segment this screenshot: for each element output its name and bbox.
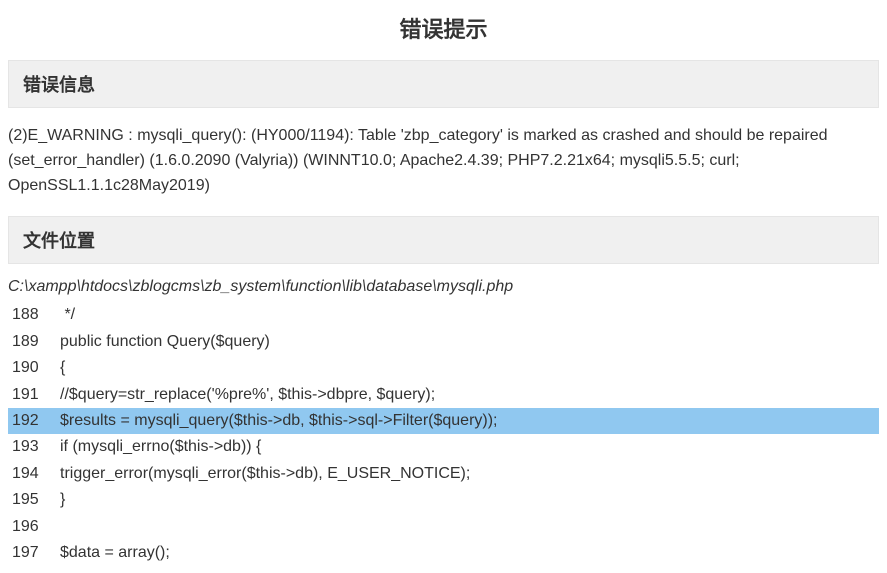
code-line: 190{ (8, 355, 879, 381)
line-number: 190 (8, 355, 60, 381)
line-content: } (60, 487, 879, 513)
line-content: $results = mysqli_query($this->db, $this… (60, 408, 879, 434)
code-block: 188 */189public function Query($query)19… (0, 302, 887, 566)
code-line: 195} (8, 487, 879, 513)
line-number: 193 (8, 434, 60, 460)
page-title: 错误提示 (0, 0, 887, 60)
code-line: 193if (mysqli_errno($this->db)) { (8, 434, 879, 460)
code-line: 192$results = mysqli_query($this->db, $t… (8, 408, 879, 434)
file-location-header: 文件位置 (8, 216, 879, 264)
file-path: C:\xampp\htdocs\zblogcms\zb_system\funct… (0, 264, 887, 302)
error-message: (2)E_WARNING : mysqli_query(): (HY000/11… (0, 108, 887, 216)
code-line: 196 (8, 514, 879, 540)
line-content: trigger_error(mysqli_error($this->db), E… (60, 461, 879, 487)
code-line: 188 */ (8, 302, 879, 328)
line-content: if (mysqli_errno($this->db)) { (60, 434, 879, 460)
line-content: $data = array(); (60, 540, 879, 566)
line-content (60, 514, 879, 540)
error-info-header: 错误信息 (8, 60, 879, 108)
line-number: 188 (8, 302, 60, 328)
code-line: 197$data = array(); (8, 540, 879, 566)
line-content: { (60, 355, 879, 381)
line-number: 191 (8, 382, 60, 408)
line-number: 192 (8, 408, 60, 434)
code-line: 189public function Query($query) (8, 329, 879, 355)
line-number: 195 (8, 487, 60, 513)
line-number: 196 (8, 514, 60, 540)
line-content: //$query=str_replace('%pre%', $this->dbp… (60, 382, 879, 408)
line-number: 189 (8, 329, 60, 355)
code-line: 191//$query=str_replace('%pre%', $this->… (8, 382, 879, 408)
line-content: public function Query($query) (60, 329, 879, 355)
line-number: 194 (8, 461, 60, 487)
line-content: */ (60, 302, 879, 328)
line-number: 197 (8, 540, 60, 566)
code-line: 194trigger_error(mysqli_error($this->db)… (8, 461, 879, 487)
